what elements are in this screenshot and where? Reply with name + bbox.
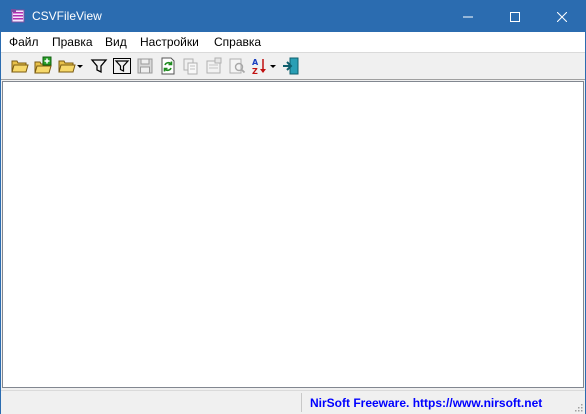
svg-text:A: A — [252, 58, 259, 67]
close-button[interactable] — [539, 1, 585, 32]
close-icon — [557, 11, 567, 22]
advanced-filter-button[interactable] — [112, 56, 132, 76]
status-separator — [301, 393, 302, 412]
svg-text:Z: Z — [252, 67, 258, 76]
app-window: CSVFileView Файл Правка Вид Настройки Сп… — [0, 0, 586, 414]
menu-edit[interactable]: Правка — [52, 35, 93, 49]
copy-icon — [183, 58, 198, 75]
minimize-icon — [463, 16, 473, 17]
menu-file[interactable]: Файл — [9, 35, 39, 49]
open-folder-icon — [11, 60, 29, 73]
copy-button[interactable] — [181, 56, 201, 76]
toolbar: A Z — [1, 53, 585, 80]
minimize-button[interactable] — [445, 1, 491, 32]
filter-button[interactable] — [89, 56, 109, 76]
refresh-icon — [161, 57, 175, 75]
save-icon — [137, 58, 153, 74]
open-folder-dropdown-icon — [58, 60, 83, 73]
sort-az-dropdown-icon: A Z — [252, 58, 276, 76]
menu-settings[interactable]: Настройки — [140, 35, 199, 49]
refresh-button[interactable] — [158, 56, 178, 76]
properties-button[interactable] — [204, 56, 224, 76]
open-recent-button[interactable] — [57, 56, 85, 76]
filter-advanced-icon — [113, 58, 131, 74]
maximize-icon — [510, 11, 520, 22]
open-folder-button[interactable] — [33, 56, 53, 76]
open-file-button[interactable] — [10, 56, 30, 76]
menu-view[interactable]: Вид — [105, 35, 127, 49]
open-folder-green-icon — [34, 56, 52, 74]
filter-icon — [90, 59, 108, 74]
csv-app-icon — [10, 8, 26, 24]
find-button[interactable] — [227, 56, 247, 76]
window-title: CSVFileView — [32, 9, 102, 23]
menu-bar: Файл Правка Вид Настройки Справка — [1, 32, 585, 53]
menu-help[interactable]: Справка — [214, 35, 261, 49]
data-list-view[interactable] — [2, 81, 584, 388]
title-bar[interactable]: CSVFileView — [1, 1, 585, 32]
exit-button[interactable] — [281, 56, 301, 76]
sort-button[interactable]: A Z — [250, 56, 278, 76]
nirsoft-link[interactable]: NirSoft Freeware. https://www.nirsoft.ne… — [310, 396, 542, 410]
status-bar: NirSoft Freeware. https://www.nirsoft.ne… — [1, 390, 585, 414]
save-button[interactable] — [135, 56, 155, 76]
resize-grip-icon[interactable] — [573, 402, 583, 412]
exit-icon — [283, 57, 299, 75]
find-icon — [229, 58, 246, 74]
properties-icon — [206, 57, 222, 74]
maximize-button[interactable] — [492, 1, 538, 32]
